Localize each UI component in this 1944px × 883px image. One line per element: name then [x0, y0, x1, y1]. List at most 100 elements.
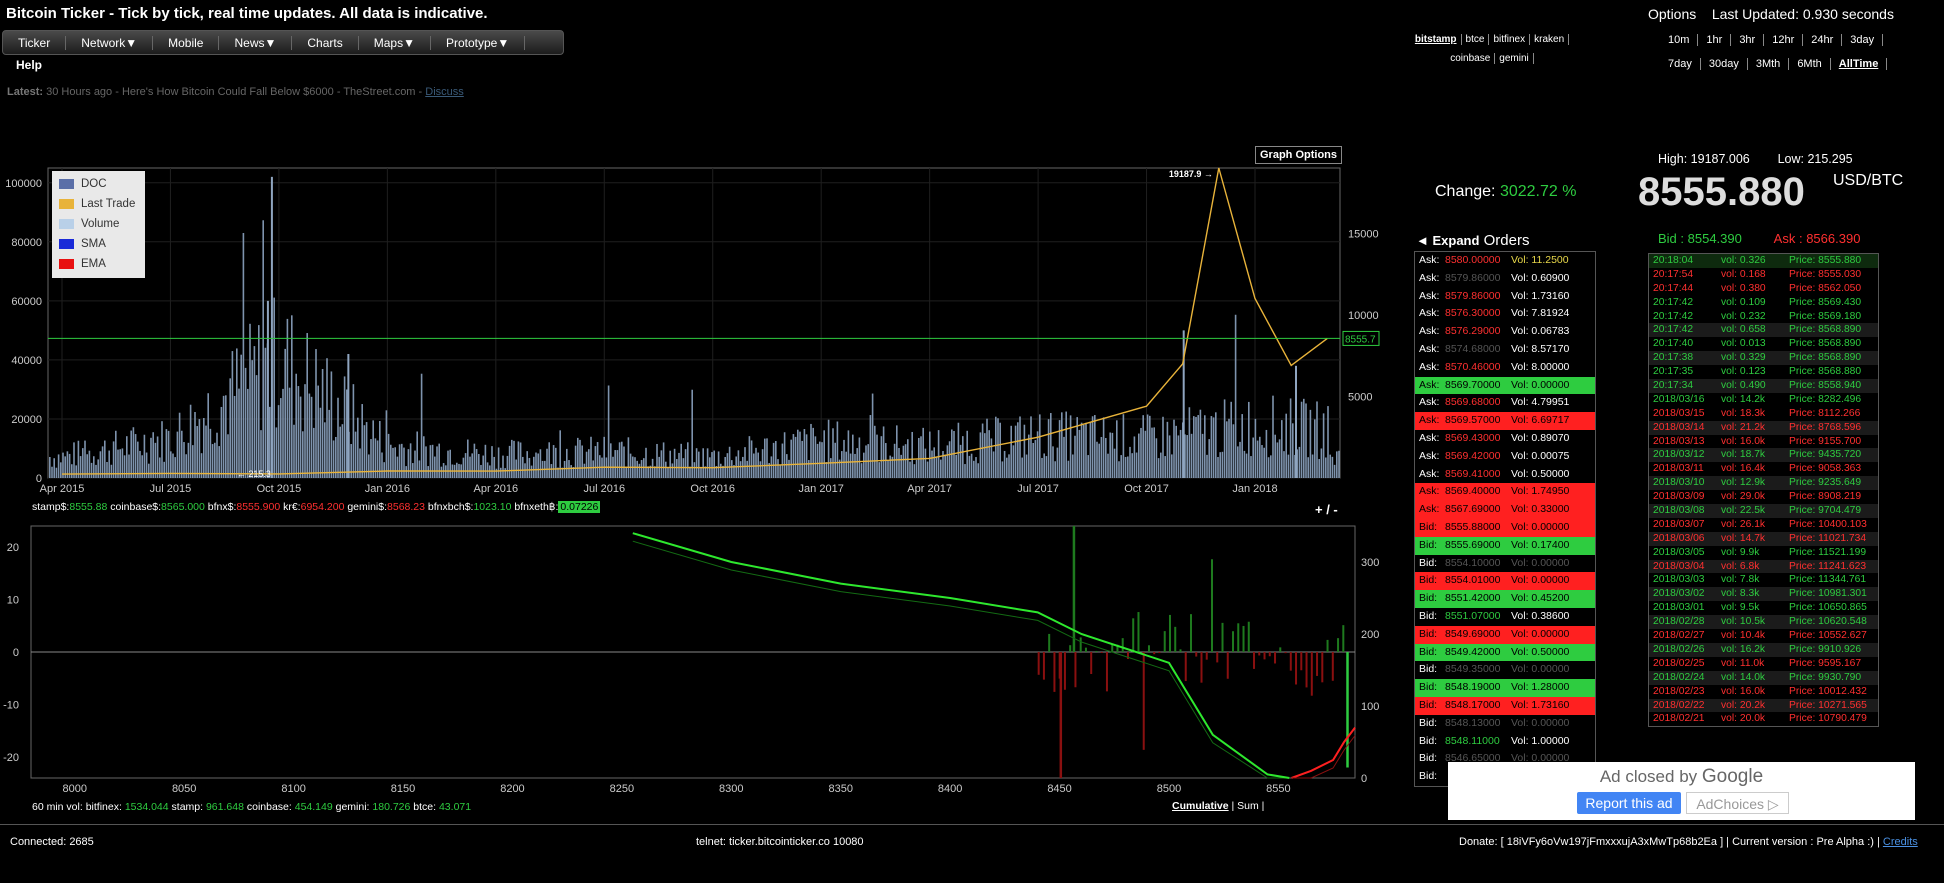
range-12hr[interactable]: 12hr [1764, 34, 1804, 46]
legend-item-4[interactable]: EMA [52, 254, 145, 274]
current-price: 8555.880 [1638, 170, 1805, 214]
order-side: Ask: [1419, 467, 1440, 480]
volume-bar [484, 444, 487, 478]
volume-bar [1168, 435, 1171, 478]
range-AllTime[interactable]: AllTime [1831, 58, 1888, 70]
volume-bar [667, 466, 669, 478]
depth-bar [1242, 625, 1245, 652]
trade-time: 20:17:40 [1653, 338, 1694, 350]
legend-item-1[interactable]: Last Trade [52, 194, 145, 214]
volume-bar [1045, 456, 1048, 478]
nav-help-link[interactable]: Help [16, 58, 42, 72]
expand-orders-button[interactable]: ◄ Expand [1416, 233, 1479, 248]
volume-bar [1113, 448, 1116, 478]
volume-bar [645, 447, 647, 478]
volume-bar [251, 360, 253, 478]
exchange-bitfinex[interactable]: bitfinex [1489, 34, 1531, 45]
exchange-kraken[interactable]: kraken [1530, 34, 1570, 45]
legend-label: Last Trade [81, 198, 136, 210]
cumulative-toggle[interactable]: Cumulative [1172, 800, 1229, 812]
volume-bar [548, 442, 550, 478]
depth-y-right-tick: 200 [1361, 629, 1379, 641]
graph-options-button[interactable]: Graph Options [1255, 146, 1342, 164]
exchange-price-label: kr€: [283, 501, 301, 513]
nav-item-0[interactable]: Ticker [3, 35, 67, 50]
volume-bar [1050, 413, 1052, 478]
order-price: 8549.35000 [1445, 663, 1501, 676]
depth-bar [1121, 638, 1124, 652]
legend-item-2[interactable]: Volume [52, 214, 145, 234]
volume-bar [713, 450, 715, 478]
range-3hr[interactable]: 3hr [1731, 34, 1765, 46]
volume-bar [517, 441, 520, 478]
depth-bar [1042, 652, 1045, 680]
options-link[interactable]: Options [1648, 6, 1696, 22]
trade-row: 20:17:40 vol: 0.013 Price: 8568.890 [1649, 337, 1878, 351]
latest-headline[interactable]: 30 Hours ago - Here's How Bitcoin Could … [46, 86, 422, 98]
volume-bar [1052, 446, 1054, 478]
volume-bar [277, 405, 280, 478]
x-tick: Oct 2017 [1124, 483, 1169, 495]
volume-bar [937, 430, 940, 478]
depth-bar [1153, 652, 1156, 655]
trade-volume: vol: 14.2k [1721, 393, 1766, 405]
volume-bar [478, 453, 480, 478]
discuss-link[interactable]: Discuss [425, 86, 464, 98]
range-7day[interactable]: 7day [1660, 58, 1701, 70]
volume-bar [962, 436, 964, 478]
volume-bar [1111, 432, 1114, 478]
volume-bar [1080, 422, 1083, 478]
legend-item-0[interactable]: DOC [52, 174, 145, 194]
range-6Mth[interactable]: 6Mth [1789, 58, 1831, 70]
volume-bar [526, 451, 528, 478]
range-24hr[interactable]: 24hr [1803, 34, 1843, 46]
volume-bar [673, 448, 676, 478]
volume-bar [1129, 446, 1131, 478]
trade-volume: vol: 9.9k [1721, 546, 1760, 558]
range-1hr[interactable]: 1hr [1698, 34, 1732, 46]
volume-bar [493, 456, 495, 478]
volume-bar [352, 384, 355, 478]
volume-bar [990, 438, 993, 478]
high-label: High: [1658, 152, 1688, 166]
volume-bar [1254, 418, 1257, 478]
nav-item-5[interactable]: Maps▼ [359, 35, 431, 50]
nav-item-3[interactable]: News▼ [219, 35, 293, 50]
range-10m[interactable]: 10m [1660, 34, 1699, 46]
order-price: 8579.86000 [1445, 289, 1501, 302]
trade-volume: vol: 0.232 [1721, 310, 1766, 322]
range-3day[interactable]: 3day [1842, 34, 1884, 46]
range-30day[interactable]: 30day [1701, 58, 1748, 70]
price-history-chart[interactable]: 0200004000060000800001000005000100001500… [0, 140, 1385, 500]
nav-item-4[interactable]: Charts [292, 35, 359, 50]
volume-bar [979, 432, 982, 478]
order-side: Bid: [1419, 538, 1438, 551]
exchange-coinbase[interactable]: coinbase [1446, 53, 1496, 64]
exchange-gemini[interactable]: gemini [1495, 53, 1534, 64]
volume-bar [196, 426, 198, 478]
volume-bar [1320, 448, 1323, 478]
low-marker: ← 215.3 [237, 469, 271, 479]
zoom-toggle[interactable]: + / - [1315, 502, 1338, 517]
nav-item-2[interactable]: Mobile [153, 35, 220, 50]
sum-toggle[interactable]: Sum [1237, 800, 1259, 812]
range-3Mth[interactable]: 3Mth [1748, 58, 1790, 70]
trade-row: 2018/03/08 vol: 22.5k Price: 9704.479 [1649, 504, 1878, 518]
report-ad-button[interactable]: Report this ad [1577, 792, 1681, 814]
volume-bar [1285, 413, 1287, 478]
trade-time: 2018/03/07 [1653, 518, 1705, 530]
exchange-btce[interactable]: btce [1462, 34, 1490, 45]
order-price: 8576.30000 [1445, 307, 1501, 320]
credits-link[interactable]: Credits [1883, 836, 1918, 848]
market-depth-chart[interactable]: -20-100102001002003008000 8050 8100 8150 820… [0, 520, 1385, 800]
volume-bar [1107, 453, 1109, 478]
adchoices-button[interactable]: AdChoices ▷ [1686, 792, 1789, 814]
order-volume: Vol: 8.57170 [1511, 342, 1570, 355]
nav-item-6[interactable]: Prototype▼ [431, 35, 526, 50]
nav-item-1[interactable]: Network▼ [66, 35, 154, 50]
legend-item-3[interactable]: SMA [52, 234, 145, 254]
order-side: Ask: [1419, 360, 1440, 373]
order-price: 8570.46000 [1445, 360, 1501, 373]
trade-price: Price: 8568.890 [1789, 352, 1862, 364]
exchange-bitstamp[interactable]: bitstamp [1411, 34, 1462, 45]
